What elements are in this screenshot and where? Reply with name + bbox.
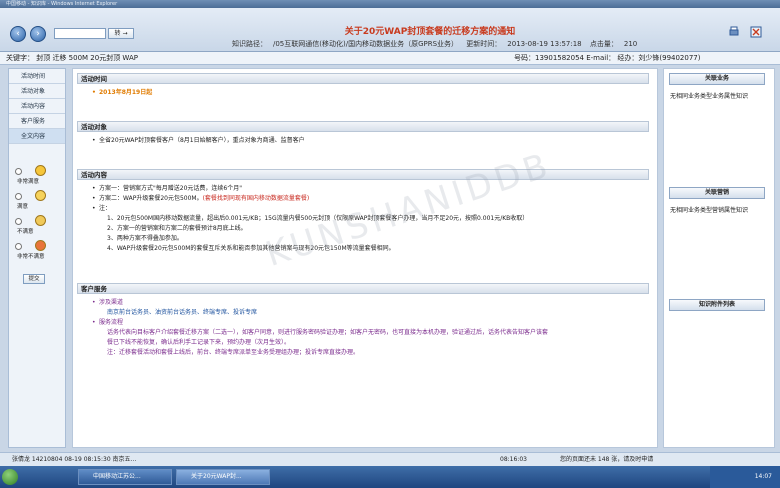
section-heading: 客户服务 [77,283,649,294]
section-heading: 活动时间 [77,73,649,84]
rating-option: 非常不满意 [13,240,65,265]
hits-value: 210 [623,40,638,48]
status-time: 08:16:03 [500,456,527,463]
rating-group: 非常满意 满意 不满意 非常不满意 [13,165,65,265]
attachments-button[interactable]: 知识附件列表 [669,299,765,311]
status-message: 您的页面还未 148 张，请及时申请 [560,456,654,463]
process-step: 话务代表向目标客户介绍套餐迁移方案（二选一），如客户同意，则进行服务密码验证办理… [107,329,549,336]
rating-label: 满意 [17,204,29,210]
keywords-text: 关键字： 封顶 迁移 500M 20元封顶 WAP [6,54,138,62]
close-page-icon[interactable] [750,26,762,38]
submit-rating-button[interactable]: 提交 [23,274,45,284]
forward-arrow-icon[interactable]: › [30,26,46,42]
note-item: 2、方案一的营销案和方案二的套餐预计8月底上线。 [107,225,247,232]
section-target: 活动对象 全省20元WAP封顶套餐客户（8月1日始解客户），重点对象为商通、监督… [77,121,649,146]
process-step-cont: 餐已下线不能恢复，确认后利手工记录下来，预约办理（次月生效）。 [107,339,291,346]
target-text: 全省20元WAP封顶套餐客户（8月1日始解客户），重点对象为商通、监督客户 [92,136,649,146]
process-note: 注：迁移套餐活动和套餐上线后，前台、终端专席派单至业务受理组办理；投诉专席直接办… [107,349,360,356]
section-service: 客户服务 涉及渠道 南京前台话务员、油资前台话务员、终端专席、投诉专席 服务流程… [77,283,649,358]
article-content: 活动时间 2013年8月19日起 活动对象 全省20元WAP封顶套餐客户（8月1… [72,68,658,448]
toolbar: ‹ › 转 → 关于20元WAP封顶套餐的迁移方案的通知 知识路径： /05互联网… [0,8,780,52]
angry-face-icon [35,240,46,251]
nav-item-content[interactable]: 活动内容 [9,99,65,114]
plan-two: 方案二：WAP升级套餐20元包500M。(套餐找到同现有国内移动数据流量套餐) [92,194,649,204]
hits-label: 点击量： [589,40,618,48]
section-content: 活动内容 方案一：营销案方式"每月赠送20元话费，连续6个月" 方案二：WAP升… [77,169,649,254]
note-item: 1、20元包500M国内移动数据流量，超出后0.001元/KB；15G流量内餐5… [107,215,529,222]
rating-label: 非常满意 [17,179,40,185]
note-item: 3、两种方案不得叠加参加。 [107,235,183,242]
status-bar: 张倩龙 14210804 08-19 08:15:30 南京五... 08:16… [0,452,780,466]
document-meta: 知识路径： /05互联网通信(移动化)/国内移动数据业务（原GPRS业务） 更新时… [232,39,652,49]
status-user: 张倩龙 14210804 08-19 08:15:30 南京五... [12,456,137,463]
print-icon[interactable] [728,26,740,38]
address-input[interactable] [54,28,106,39]
path-value: /05互联网通信(移动化)/国内移动数据业务（原GPRS业务） [273,40,459,48]
process-label: 服务流程 [92,318,649,328]
taskbar: 中国移动江苏公... 关于20元WAP封... 14:07 [0,466,780,488]
nav-item-fulltext[interactable]: 全文内容 [9,129,65,144]
plan-one: 方案一：营销案方式"每月赠送20元话费，连续6个月" [92,184,649,194]
section-time: 活动时间 2013年8月19日起 [77,73,649,98]
go-button[interactable]: 转 → [108,28,134,39]
right-sidebar: 关联业务 无相同业务类型业务属性知识 关联营销 无相同业务类型营销属性知识 知识… [663,68,775,448]
account-info: 号码：13901582054 E-mail： 经办：刘少锋(99402077) [514,54,701,62]
rating-label: 不满意 [17,229,34,235]
plan-two-note: (套餐找到同现有国内移动数据流量套餐) [202,195,310,202]
section-heading: 活动内容 [77,169,649,180]
channels-value: 南京前台话务员、油资前台话务员、终端专席、投诉专席 [107,309,258,316]
rating-option: 非常满意 [13,165,65,190]
note-label: 注： [92,204,649,214]
taskbar-item-active[interactable]: 关于20元WAP封... [176,469,270,485]
rating-radio[interactable] [15,193,22,200]
related-marketing-button[interactable]: 关联营销 [669,187,765,199]
related-business-button[interactable]: 关联业务 [669,73,765,85]
rating-radio[interactable] [15,218,22,225]
keyword-bar: 关键字： 封顶 迁移 500M 20元封顶 WAP 号码：13901582054… [0,52,780,65]
update-value: 2013-08-19 13:57:18 [507,40,582,48]
update-label: 更新时间： [466,40,502,48]
nav-item-target[interactable]: 活动对象 [9,84,65,99]
left-nav: 活动时间 活动对象 活动内容 客户服务 全文内容 非常满意 满意 不满意 非常不… [8,68,66,448]
page-title: 关于20元WAP封顶套餐的迁移方案的通知 [344,27,516,37]
unhappy-face-icon [35,215,46,226]
rating-label: 非常不满意 [17,254,45,260]
taskbar-item[interactable]: 中国移动江苏公... [78,469,172,485]
rating-radio[interactable] [15,243,22,250]
section-heading: 活动对象 [77,121,649,132]
plan-two-text: 方案二：WAP升级套餐20元包500M。 [99,195,203,202]
window-titlebar: 中国移动 - 知识库 - Windows Internet Explorer [0,0,780,8]
related-business-text: 无相同业务类型业务属性知识 [670,93,749,100]
happy-face-icon [35,190,46,201]
back-arrow-icon[interactable]: ‹ [10,26,26,42]
channels-label: 涉及渠道 [92,298,649,308]
path-label: 知识路径： [232,40,267,48]
note-item: 4、WAP升级套餐20元包500M的套餐互斥关系和能否参加其他营销案与现有20元… [107,245,395,252]
start-button-icon[interactable] [2,469,18,485]
rating-option: 满意 [13,190,65,215]
nav-item-service[interactable]: 客户服务 [9,114,65,129]
rating-option: 不满意 [13,215,65,240]
nav-item-time[interactable]: 活动时间 [9,69,65,84]
rating-radio[interactable] [15,168,22,175]
very-happy-face-icon [35,165,46,176]
activity-date: 2013年8月19日起 [92,88,649,98]
system-clock: 14:07 [710,466,780,488]
related-marketing-text: 无相同业务类型营销属性知识 [670,207,749,214]
